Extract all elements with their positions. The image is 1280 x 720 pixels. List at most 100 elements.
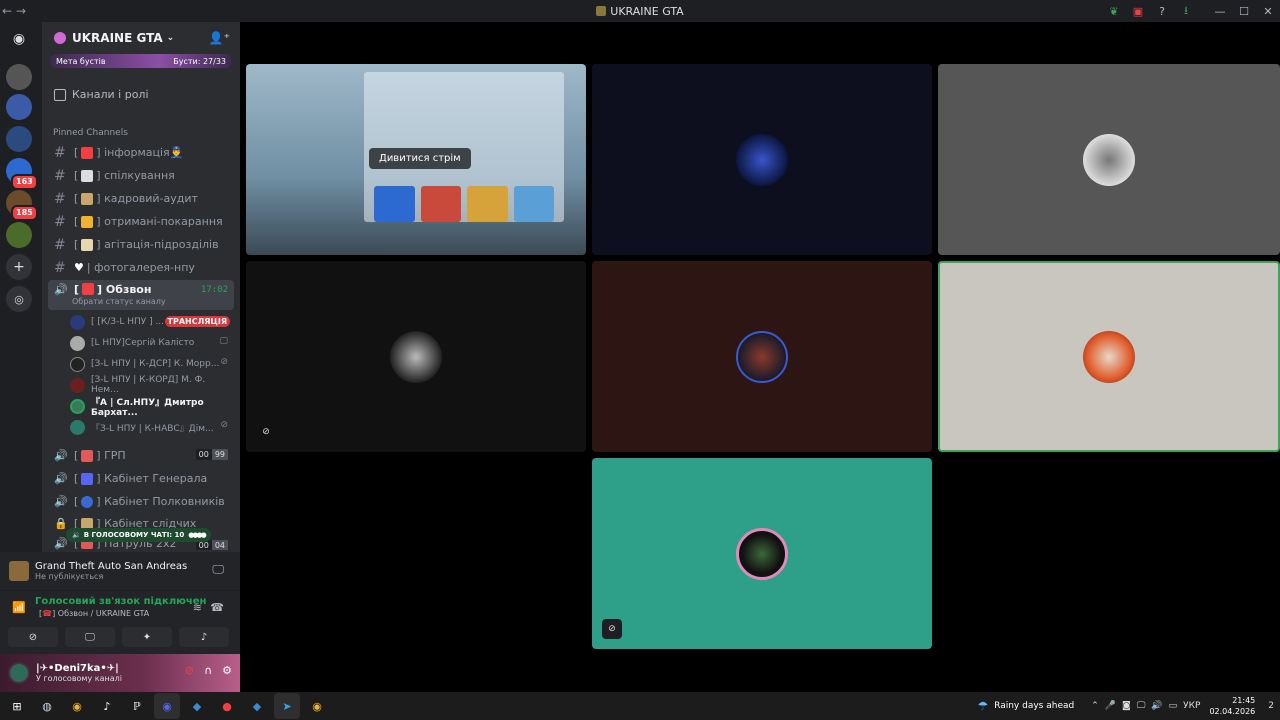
voice-member[interactable]: [L НПУ]Сергій Калісто ▢ (70, 333, 234, 353)
chrome-icon[interactable]: ◉ (64, 693, 90, 719)
hash-icon: # (54, 144, 66, 161)
camera-off-button[interactable]: ⊘ (8, 627, 58, 647)
participant-tile[interactable]: ⊘ (592, 458, 932, 649)
steam-icon[interactable]: ◍ (34, 693, 60, 719)
telegram-icon[interactable]: ➤ (274, 693, 300, 719)
mic-muted-icon: ⊘ (262, 427, 270, 437)
channel-audit[interactable]: #[] кадровий-аудит (48, 188, 234, 209)
gear-icon[interactable]: ⚙ (222, 664, 232, 677)
app-icon-blue[interactable]: ◆ (184, 693, 210, 719)
voice-member[interactable]: [З-L НПУ | К-КОРД] М. Ф. Нем... (70, 375, 234, 395)
channel-chat[interactable]: #[] спілкування (48, 165, 234, 186)
mic-muted-icon[interactable]: ⊘ (185, 664, 194, 677)
close-icon[interactable]: ✕ (1256, 5, 1280, 18)
voice-channel-colonels[interactable]: 🔊[] Кабінет Полковників (48, 491, 234, 512)
signal-icon[interactable]: 📶 (12, 601, 26, 614)
app-icon[interactable]: ℙ (124, 693, 150, 719)
monitor-icon[interactable]: 🖵 (1137, 701, 1146, 711)
channel-gallery[interactable]: # ♥ | фотогалерея-нпу (48, 257, 234, 278)
avatar (70, 419, 85, 435)
voice-channel-general[interactable]: 🔊[] Кабінет Генерала (48, 468, 234, 489)
voice-member[interactable]: 『A | Сл.НПУ』Дмитро Бархат... (70, 396, 234, 418)
disconnect-icon[interactable]: ☎ (210, 601, 224, 614)
maximize-icon[interactable]: ☐ (1232, 5, 1256, 18)
title-bar: ← → UKRAINE GTA ❦ ▣ ? ⭳ — ☐ ✕ (0, 0, 1280, 22)
help-icon[interactable]: ? (1150, 5, 1174, 18)
channel-info[interactable]: #[] інформація👮‍♂️ (48, 142, 234, 163)
avatar (70, 377, 85, 393)
explore-icon[interactable]: ◎ (6, 286, 32, 312)
stream-tile[interactable]: Дивитися стрім (246, 64, 586, 255)
add-server-icon[interactable]: + (6, 254, 32, 280)
noise-suppression-icon[interactable]: ≋ (193, 601, 202, 614)
window-title: UKRAINE GTA (0, 5, 1280, 18)
chevron-up-icon[interactable]: ⌃ (1091, 701, 1099, 711)
screen-share-icon[interactable]: 🖵 (212, 562, 224, 577)
activity-panel: Grand Theft Auto San Andreas Не публікує… (0, 552, 240, 590)
avatar[interactable] (8, 662, 30, 684)
participant-tile[interactable] (592, 261, 932, 452)
voice-member[interactable]: 『З-L НПУ | К-НАВС』Дім... ⊘ (70, 417, 234, 437)
clock[interactable]: 21:45 02.04.2026 (1209, 695, 1255, 717)
watch-stream-button[interactable]: Дивитися стрім (369, 148, 471, 169)
volume-icon[interactable]: 🔊 (1151, 701, 1162, 711)
forward-arrow-icon[interactable]: → (14, 4, 28, 18)
voice-channel-obzvon[interactable]: 🔊 [] Обзвон Обрати статус каналу 17:02 (48, 280, 234, 310)
voice-member[interactable]: [ [К/З-L НПУ ] ... ТРАНСЛЯЦІЯ (70, 312, 234, 332)
user-limit: 00 99 (195, 449, 228, 460)
server-icon-3[interactable] (6, 126, 32, 152)
tiktok-icon[interactable]: ♪ (94, 693, 120, 719)
server-header[interactable]: UKRAINE GTA ⌄ 👤⁺ (42, 22, 240, 54)
server-icon-2[interactable] (6, 94, 32, 120)
windows-start-icon[interactable]: ⊞ (4, 693, 30, 719)
chrome-icon-2[interactable]: ◉ (304, 693, 330, 719)
invite-user-icon[interactable]: 👤⁺ (209, 31, 230, 45)
channels-roles-item[interactable]: Канали і ролі (54, 88, 149, 101)
notification-badge[interactable]: 2 (1268, 701, 1274, 711)
participant-tile[interactable] (592, 64, 932, 255)
voice-speaker-icon: 🔊 (54, 495, 68, 508)
speech-icon (81, 169, 94, 182)
voice-channel-link[interactable]: [☎] Обзвон / UKRAINE GTA (39, 609, 149, 618)
weather-widget[interactable]: ☂ Rainy days ahead (977, 699, 1074, 713)
voice-channel-grp[interactable]: 🔊[] ГРП 00 99 (48, 445, 234, 466)
participant-tile[interactable]: ⊘ (246, 261, 586, 452)
channel-status-label[interactable]: Обрати статус каналу (72, 297, 166, 306)
hash-icon: # (54, 236, 66, 253)
mic-muted-icon: ⊘ (220, 420, 228, 430)
activities-button[interactable]: ✦ (122, 627, 172, 647)
webcam-icon[interactable]: ◙ (1122, 701, 1131, 711)
minimize-icon[interactable]: — (1208, 5, 1232, 18)
stream-preview-cards (374, 186, 554, 222)
download-icon[interactable]: ⭳ (1174, 2, 1198, 21)
soundboard-button[interactable]: ♪ (179, 627, 229, 647)
participant-tile-speaking[interactable] (938, 261, 1280, 452)
channel-punishments[interactable]: #[] отримані-покарання (48, 211, 234, 232)
leaf-icon[interactable]: ❦ (1102, 5, 1126, 18)
avatar (70, 335, 85, 351)
boost-goal-bar[interactable]: Мета бустів Бусти: 27/33 (50, 54, 232, 68)
inbox-icon[interactable]: ▣ (1126, 5, 1150, 18)
warning-icon (81, 215, 94, 228)
discord-home-icon[interactable]: ◉ (6, 26, 32, 52)
screen-share-button[interactable]: 🖵 (65, 627, 115, 647)
umbrella-icon: ☂ (977, 699, 989, 713)
in-voice-chat-pill[interactable]: 🔉 В ГОЛОСОВОМУ ЧАТІ: 10 ●●●● (66, 528, 211, 542)
microphone-icon[interactable]: 🎤 (1105, 701, 1116, 711)
record-icon[interactable]: ● (214, 693, 240, 719)
live-badge: ТРАНСЛЯЦІЯ (164, 316, 230, 327)
back-arrow-icon[interactable]: ← (0, 4, 14, 18)
app-icon-blue-2[interactable]: ◆ (244, 693, 270, 719)
discord-icon[interactable]: ◉ (154, 693, 180, 719)
emblem-icon (81, 472, 94, 485)
voice-connection-panel: 📶 Голосовий зв'язок підключен [☎] Обзвон… (0, 590, 240, 654)
voice-member[interactable]: [З-L НПУ | К-ДСР] К. Морр... ⊘ (70, 354, 234, 374)
participant-tile[interactable] (938, 64, 1280, 255)
server-icon-6[interactable] (6, 222, 32, 248)
headphones-icon[interactable]: ∩ (204, 664, 212, 677)
language-indicator[interactable]: УКР (1183, 701, 1200, 711)
channel-agitation[interactable]: #[] агітація-підрозділів (48, 234, 234, 255)
server-icon-1[interactable] (6, 64, 32, 90)
clipboard-icon (81, 192, 94, 205)
battery-icon[interactable]: ▭ (1169, 701, 1178, 711)
